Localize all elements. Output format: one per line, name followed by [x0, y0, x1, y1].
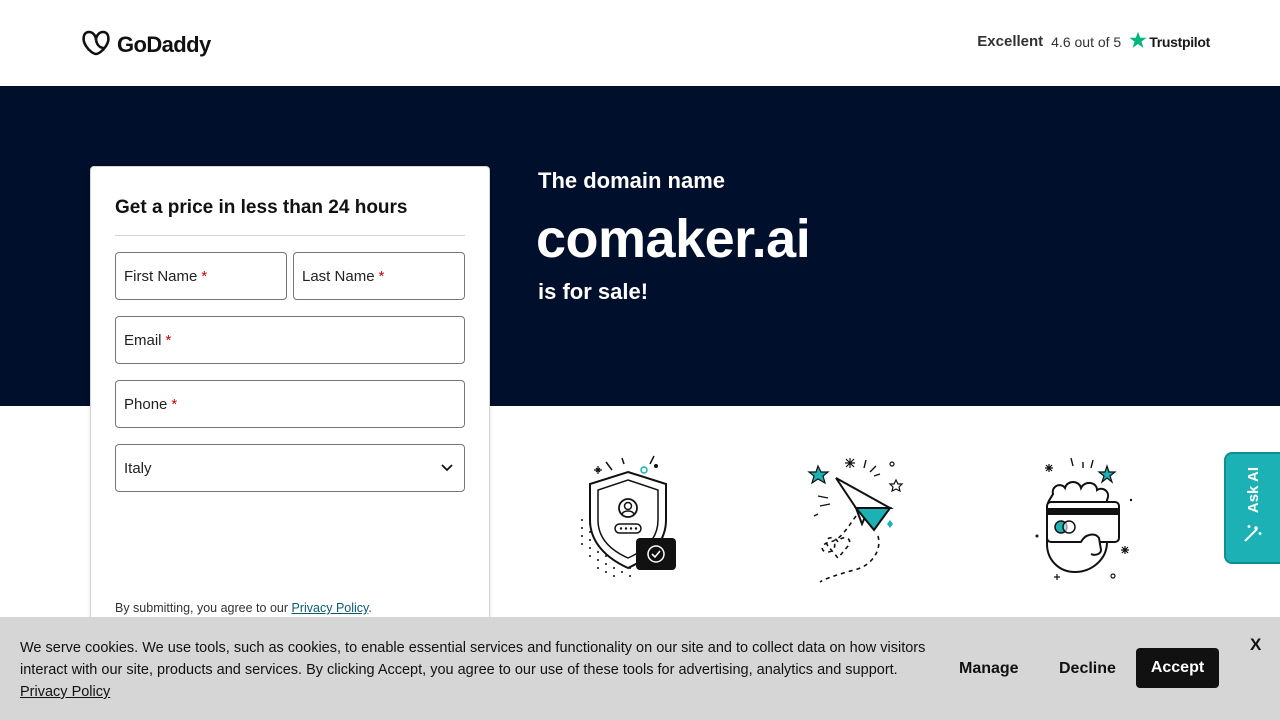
manage-cookies-button[interactable]: Manage [959, 660, 1019, 678]
disclaimer-text: By submitting, you agree to our [115, 601, 289, 615]
form-disclaimer: By submitting, you agree to our Privacy … [115, 601, 372, 615]
required-mark: * [201, 267, 208, 285]
phone-label: Phone [124, 395, 168, 413]
cookie-text-line-1: We serve cookies. We use tools, such as … [20, 640, 926, 656]
first-name-label: First Name [124, 267, 198, 285]
card-hand-icon [1025, 450, 1155, 590]
price-request-form: Get a price in less than 24 hours First … [90, 166, 490, 636]
required-mark: * [165, 331, 172, 349]
required-mark: * [378, 267, 385, 285]
godaddy-logo[interactable]: GoDaddy [81, 28, 211, 61]
country-select[interactable]: Italy [115, 444, 465, 492]
decline-cookies-button[interactable]: Decline [1059, 660, 1116, 678]
last-name-field[interactable]: Last Name * [293, 252, 465, 300]
accept-cookies-button[interactable]: Accept [1136, 648, 1219, 688]
hero-kicker: The domain name [538, 168, 726, 193]
rating-score: 4.6 out of 5 [1051, 33, 1122, 50]
rating-label: Excellent [977, 33, 1044, 50]
email-field[interactable]: Email * [115, 316, 465, 364]
hero-for-sale: is for sale! [538, 279, 649, 304]
first-name-field[interactable]: First Name * [115, 252, 287, 300]
privacy-policy-link[interactable]: Privacy Policy [292, 601, 369, 615]
cookie-text-line-2: interact with our site, products and ser… [20, 662, 898, 678]
shield-user-icon [570, 450, 700, 590]
phone-field[interactable]: Phone * [115, 380, 465, 428]
trustpilot-brand: Trustpilot [1129, 31, 1210, 52]
trustpilot-label: Trustpilot [1149, 33, 1210, 50]
country-value: Italy [124, 459, 152, 477]
cookie-banner: We serve cookies. We use tools, such as … [0, 617, 1280, 720]
cookie-privacy-policy-link[interactable]: Privacy Policy [20, 684, 110, 700]
cookie-message: We serve cookies. We use tools, such as … [20, 637, 926, 703]
ask-ai-label: Ask AI [1244, 467, 1262, 514]
close-cookie-banner-button[interactable]: X [1250, 635, 1261, 655]
chevron-down-icon [440, 460, 454, 477]
hero-domain-name: comaker.ai [536, 209, 811, 269]
trustpilot-rating[interactable]: Excellent 4.6 out of 5 Trustpilot [977, 31, 1210, 52]
form-title: Get a price in less than 24 hours [115, 197, 408, 218]
form-divider [115, 235, 465, 236]
email-label: Email [124, 331, 162, 349]
last-name-label: Last Name [302, 267, 375, 285]
ask-ai-button[interactable]: Ask AI [1224, 452, 1280, 564]
magic-wand-icon [1242, 522, 1264, 549]
logo-text: GoDaddy [117, 31, 211, 57]
site-header: GoDaddy Excellent 4.6 out of 5 Trustpilo… [0, 0, 1280, 86]
trustpilot-star-icon [1129, 31, 1147, 52]
required-mark: * [171, 395, 178, 413]
godaddy-logo-icon [81, 28, 111, 61]
disclaimer-suffix: . [368, 601, 372, 615]
paper-plane-icon [800, 450, 930, 590]
